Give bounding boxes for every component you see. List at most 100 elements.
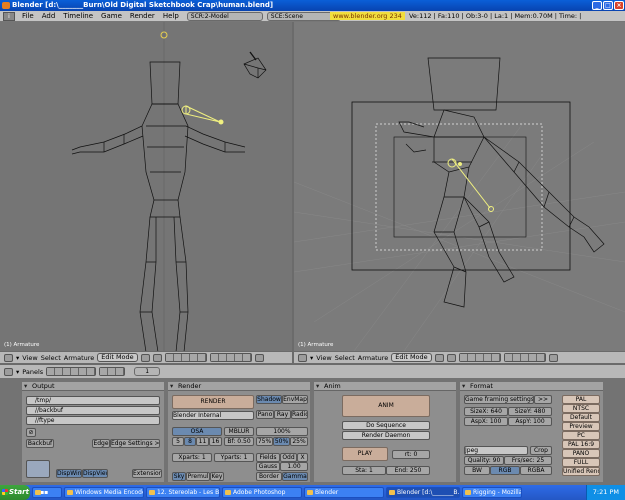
size-25-button[interactable]: 25% <box>290 437 308 446</box>
aspx-field[interactable]: AspX: 100 <box>464 417 508 426</box>
edge-settings-button[interactable]: Edge Settings >> <box>110 439 160 448</box>
gamma-toggle[interactable]: Gamma <box>282 472 308 481</box>
menu-render[interactable]: Render <box>126 12 159 20</box>
preset-pc[interactable]: PC <box>562 431 600 440</box>
sky-toggle[interactable]: Sky <box>172 472 186 481</box>
preset-ntsc[interactable]: NTSC <box>562 404 600 413</box>
gauss-toggle[interactable]: Gauss <box>256 462 280 471</box>
pivot-icon[interactable] <box>434 353 444 362</box>
output-path-field[interactable]: /tmp/ <box>26 396 160 405</box>
play-button[interactable]: PLAY <box>342 447 388 461</box>
radio-toggle[interactable]: Radio <box>291 410 308 419</box>
subcontext-buttons[interactable] <box>99 367 126 376</box>
layer-buttons-a[interactable] <box>164 353 207 362</box>
gauss-value-field[interactable]: 1.00 <box>280 462 308 471</box>
fps-field[interactable]: Frs/sec: 25 <box>504 456 552 465</box>
crop-toggle[interactable]: Crop <box>530 446 552 455</box>
sizey-field[interactable]: SizeY: 480 <box>508 407 552 416</box>
menu-game[interactable]: Game <box>97 12 126 20</box>
aspy-field[interactable]: AspY: 100 <box>508 417 552 426</box>
dispwin-toggle[interactable]: DispWin <box>56 469 82 478</box>
menu-add[interactable]: Add <box>38 12 60 20</box>
start-button[interactable]: Start <box>0 485 30 500</box>
anim-panel-title[interactable]: Anim <box>314 382 456 391</box>
layer-buttons-a[interactable] <box>458 353 501 362</box>
close-icon[interactable]: × <box>614 1 624 10</box>
header-collapse-icon[interactable]: ▾ <box>310 354 313 362</box>
shadow-toggle[interactable]: Shadow <box>256 395 282 404</box>
game-framing-button[interactable]: >> <box>534 395 552 404</box>
rgb-toggle[interactable]: RGB <box>490 466 520 475</box>
quality-field[interactable]: Quality: 90 <box>464 456 504 465</box>
mblur-toggle[interactable]: MBLUR <box>224 427 254 436</box>
context-buttons[interactable] <box>46 367 97 376</box>
start-frame-field[interactable]: Sta: 1 <box>342 466 386 475</box>
layer-buttons-b[interactable] <box>503 353 546 362</box>
task-photoshop[interactable]: Adobe Photoshop <box>222 487 302 498</box>
blur-factor-field[interactable]: Bf: 0.50 <box>224 437 254 446</box>
border-toggle[interactable]: Border <box>256 472 282 481</box>
extension-toggle[interactable]: Extension <box>132 469 162 478</box>
envmap-toggle[interactable]: EnvMap <box>282 395 308 404</box>
minimize-icon[interactable]: _ <box>592 1 602 10</box>
header-collapse-icon[interactable]: ▾ <box>16 354 19 362</box>
format-panel-title[interactable]: Format <box>460 382 603 391</box>
menu-select[interactable]: Select <box>335 354 355 362</box>
unified-renderer-toggle[interactable]: Unified Rend <box>562 467 600 476</box>
preset-full[interactable]: FULL <box>562 458 600 467</box>
menu-armature[interactable]: Armature <box>358 354 389 362</box>
header-collapse-icon[interactable]: ▾ <box>16 368 19 376</box>
menu-help[interactable]: Help <box>159 12 183 20</box>
osa-level-8[interactable]: 8 <box>184 437 196 446</box>
pivot-icon[interactable] <box>140 353 150 362</box>
ray-toggle[interactable]: Ray <box>274 410 291 419</box>
key-toggle[interactable]: Key <box>210 472 224 481</box>
osa-toggle[interactable]: OSA <box>172 427 222 436</box>
render-daemon-toggle[interactable]: Render Daemon <box>342 431 430 440</box>
xparts-field[interactable]: Xparts: 1 <box>172 453 212 462</box>
mode-selector[interactable]: Edit Mode <box>391 353 432 362</box>
backbuf-toggle[interactable]: Backbuf <box>26 439 54 448</box>
osa-level-16[interactable]: 16 <box>209 437 222 446</box>
preset-default[interactable]: Default <box>562 413 600 422</box>
lock-icon[interactable] <box>548 353 558 362</box>
pano-toggle[interactable]: Pano <box>256 410 274 419</box>
preset-preview[interactable]: Preview <box>562 422 600 431</box>
menu-view[interactable]: View <box>316 354 331 362</box>
bw-toggle[interactable]: BW <box>464 466 490 475</box>
task-blender-console[interactable]: Blender <box>304 487 384 498</box>
task-media-encoder[interactable]: Windows Media Encoder 9 <box>64 487 144 498</box>
osa-level-5[interactable]: 5 <box>172 437 184 446</box>
preset-pal-16-9[interactable]: PAL 16:9 <box>562 440 600 449</box>
output-panel-title[interactable]: Output <box>22 382 164 391</box>
mode-selector[interactable]: Edit Mode <box>97 353 138 362</box>
osa-level-11[interactable]: 11 <box>196 437 209 446</box>
lock-icon[interactable] <box>254 353 264 362</box>
blender-url[interactable]: www.blender.org 234 <box>330 12 405 20</box>
size-100-button[interactable]: 100% <box>256 427 308 436</box>
render-engine-selector[interactable]: Blender Internal <box>172 411 254 420</box>
rgba-toggle[interactable]: RGBA <box>520 466 552 475</box>
edge-toggle[interactable]: Edge <box>92 439 110 448</box>
task-winamp[interactable]: 12. Stereolab - Les Bos B... <box>146 487 220 498</box>
screen-selector[interactable]: SCR:2-Model <box>186 11 263 21</box>
sizex-field[interactable]: SizeX: 640 <box>464 407 508 416</box>
quick-launch[interactable]: ▪▪▪ <box>32 487 62 498</box>
render-panel-title[interactable]: Render <box>168 382 310 391</box>
menu-timeline[interactable]: Timeline <box>59 12 97 20</box>
window-type-icon[interactable] <box>4 353 13 362</box>
yparts-field[interactable]: Yparts: 1 <box>214 453 254 462</box>
manipulator-icon[interactable] <box>152 353 162 362</box>
menu-select[interactable]: Select <box>41 354 61 362</box>
odd-toggle[interactable]: Odd <box>280 453 297 462</box>
size-50-button[interactable]: 50% <box>273 437 290 446</box>
current-frame-field[interactable]: 1 <box>134 367 161 376</box>
do-sequence-toggle[interactable]: Do Sequence <box>342 421 430 430</box>
size-75-button[interactable]: 75% <box>256 437 273 446</box>
preset-pano[interactable]: PANO <box>562 449 600 458</box>
task-blender-main[interactable]: Blender [d:\_______B... <box>386 487 460 498</box>
preset-pal[interactable]: PAL <box>562 395 600 404</box>
dispview-toggle[interactable]: DispView <box>82 469 108 478</box>
maximize-icon[interactable]: □ <box>603 1 613 10</box>
menu-armature[interactable]: Armature <box>64 354 95 362</box>
